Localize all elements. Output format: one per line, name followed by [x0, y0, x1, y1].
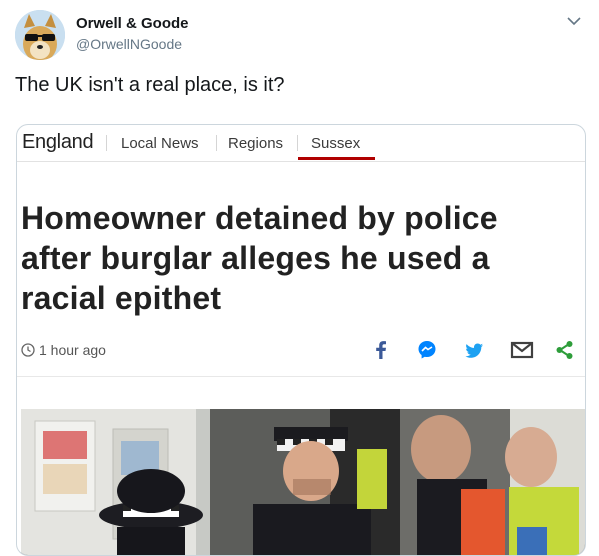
chevron-down-icon[interactable] — [567, 16, 581, 26]
share-icon[interactable] — [555, 339, 575, 361]
nav-section-title[interactable]: England — [22, 131, 94, 154]
article-timestamp: 1 hour ago — [39, 342, 106, 358]
article-photo[interactable] — [21, 409, 585, 555]
display-name[interactable]: Orwell & Goode — [76, 15, 189, 32]
article-nav: England Local News Regions Sussex — [17, 125, 585, 161]
active-tab-indicator — [298, 157, 375, 160]
article-card[interactable]: England Local News Regions Sussex Homeow… — [16, 124, 586, 556]
facebook-icon[interactable] — [373, 339, 389, 361]
headline-line: racial epithet — [21, 280, 222, 316]
tweet-text: The UK isn't a real place, is it? — [15, 74, 285, 96]
nav-divider — [297, 135, 298, 151]
headline-line: Homeowner detained by police — [21, 200, 498, 236]
nav-divider — [216, 135, 217, 151]
nav-divider — [106, 135, 107, 151]
doge-sunglasses-avatar-icon — [15, 10, 65, 60]
avatar[interactable] — [15, 10, 65, 60]
nav-divider-line — [17, 161, 585, 162]
user-handle[interactable]: @OrwellNGoode — [76, 36, 182, 52]
messenger-icon[interactable] — [417, 339, 437, 361]
article-headline[interactable]: Homeowner detained by police after burgl… — [21, 198, 581, 318]
nav-link-local-news[interactable]: Local News — [121, 135, 199, 152]
email-icon[interactable] — [510, 339, 534, 361]
nav-link-sussex[interactable]: Sussex — [311, 135, 360, 152]
twitter-icon[interactable] — [463, 339, 485, 361]
police-officers-photo — [21, 409, 585, 555]
headline-line: after burglar alleges he used a — [21, 240, 490, 276]
nav-link-regions[interactable]: Regions — [228, 135, 283, 152]
clock-icon — [21, 343, 35, 357]
meta-divider-line — [17, 376, 585, 377]
